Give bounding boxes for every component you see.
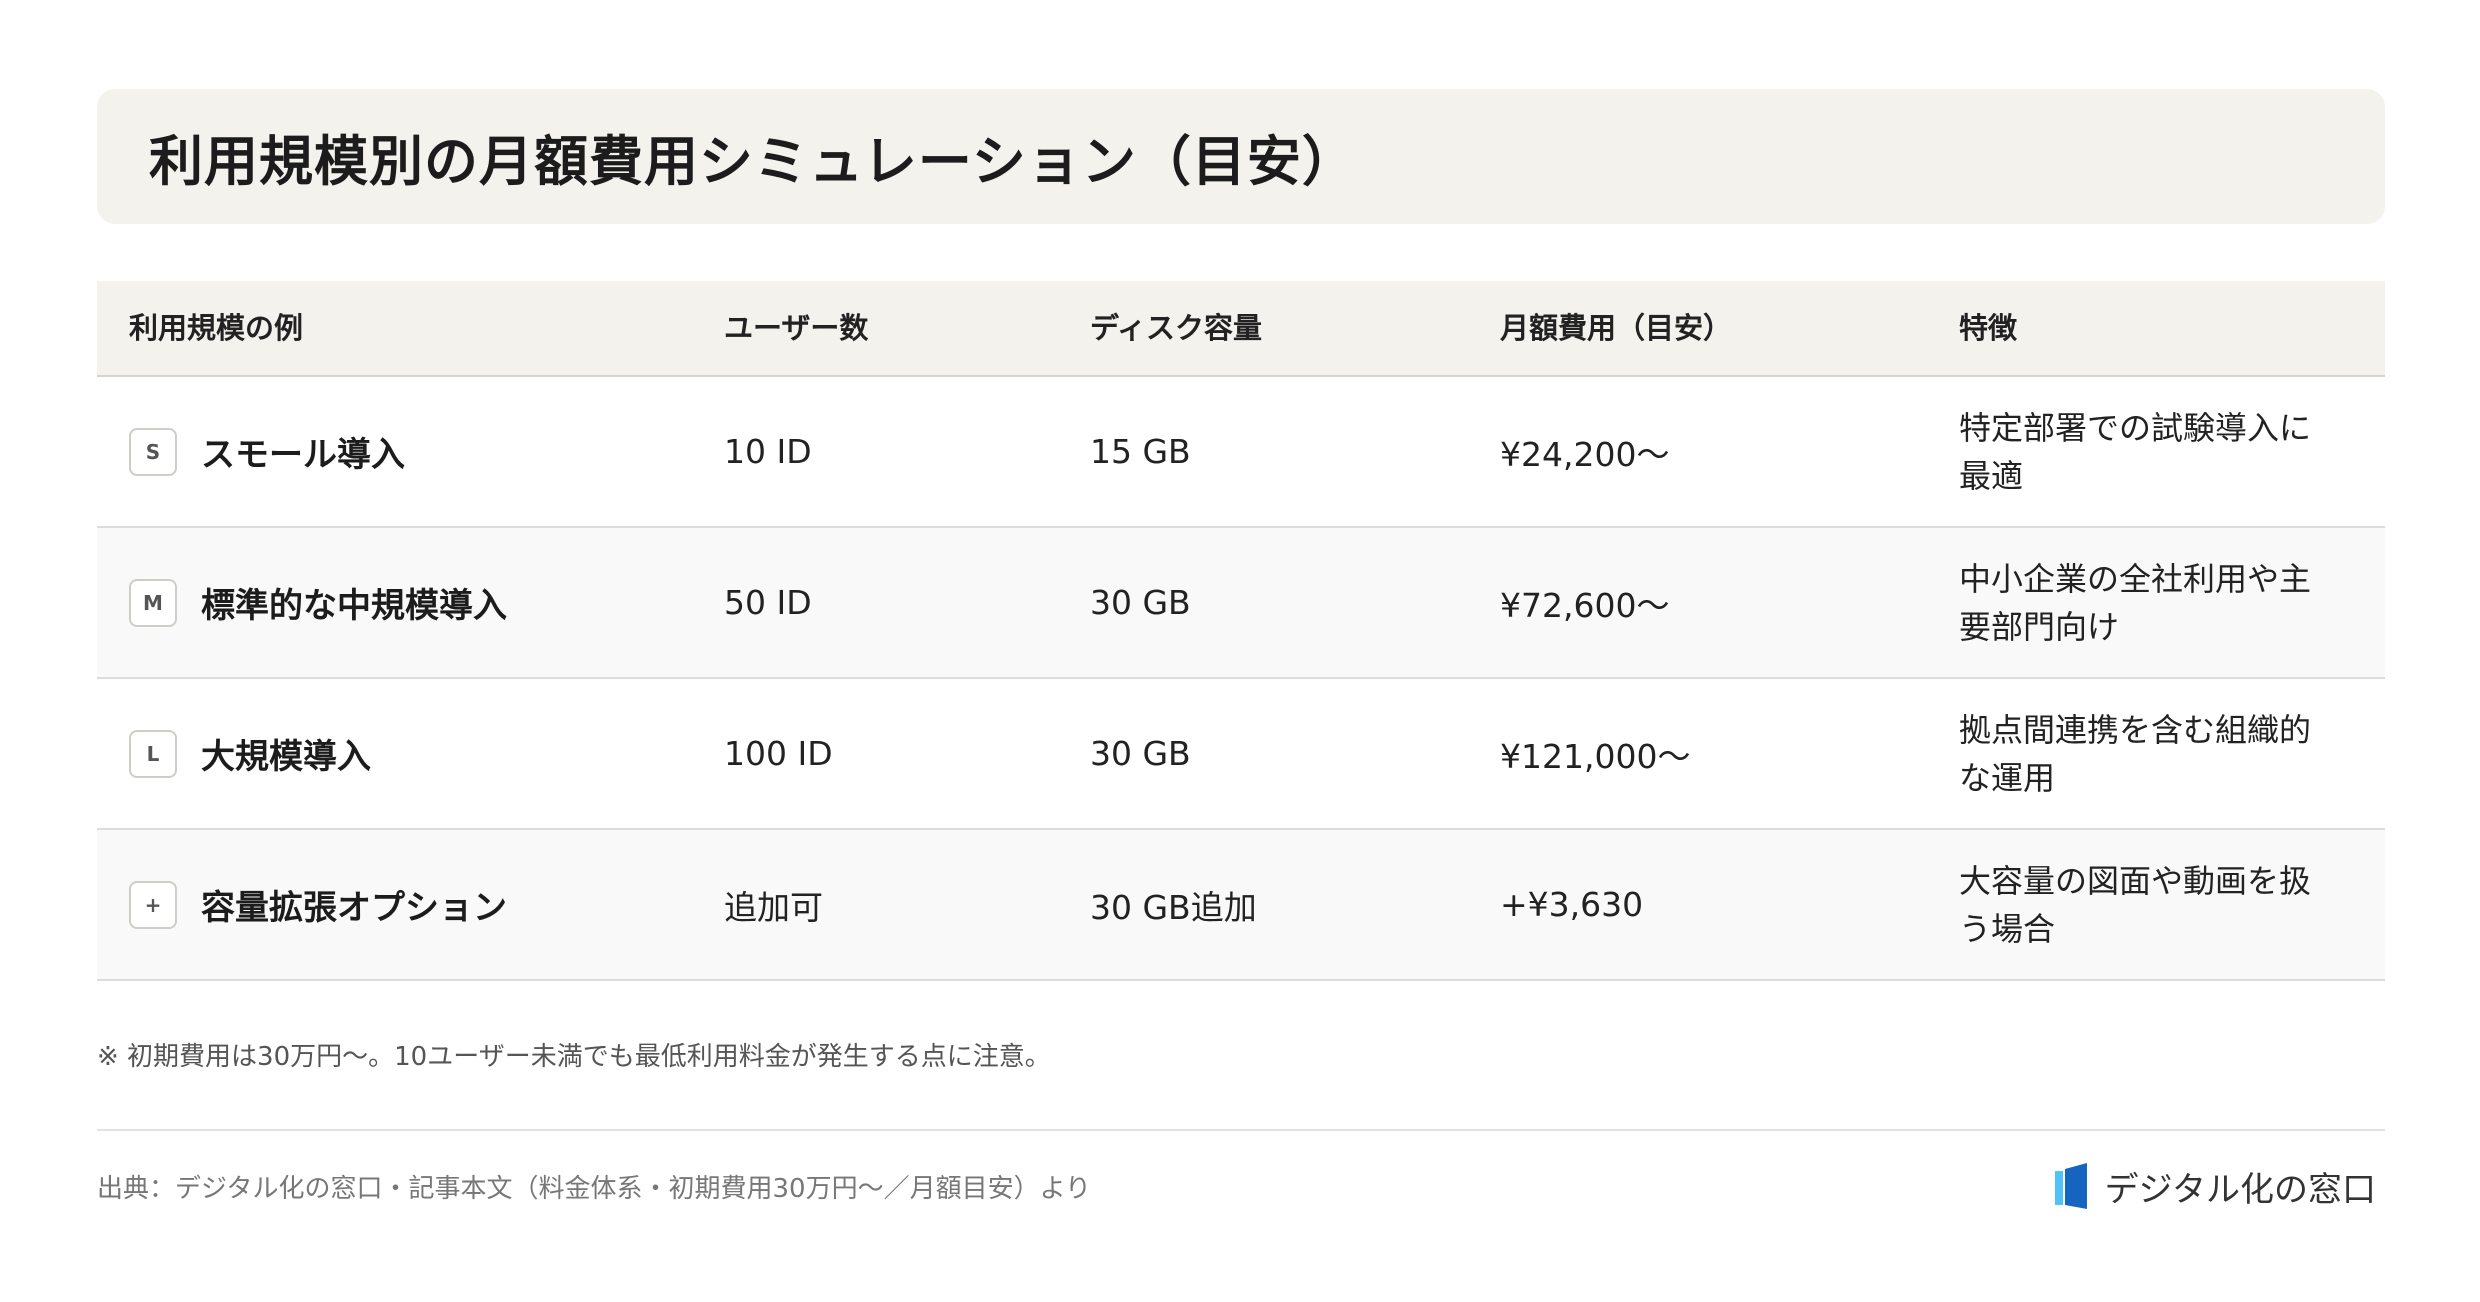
header-scale: 利用規模の例 xyxy=(129,311,304,345)
scale-name: 大規模導入 xyxy=(201,737,371,777)
header-monthly: 月額費用（目安） xyxy=(1500,311,1733,345)
scale-cell: S スモール導入 xyxy=(129,377,405,526)
table-row: S スモール導入 10 ID 15 GB ¥24,200〜 特定部署での試験導入… xyxy=(97,377,2385,528)
feature-cell: 大容量の図面や動画を扱う場合 xyxy=(1959,830,2339,979)
scale-name: 標準的な中規模導入 xyxy=(201,586,507,626)
scale-cell: L 大規模導入 xyxy=(129,679,371,828)
disk-cell: 30 GB追加 xyxy=(1090,887,1257,927)
source-credit: 出典：デジタル化の窓口・記事本文（料金体系・初期費用30万円〜／月額目安）より xyxy=(97,1174,1092,1204)
monthly-cell: ¥121,000〜 xyxy=(1500,736,1691,776)
disk-cell: 30 GB xyxy=(1090,734,1191,773)
divider xyxy=(97,1129,2385,1131)
pricing-table: 利用規模の例 ユーザー数 ディスク容量 月額費用（目安） 特徴 S スモール導入… xyxy=(97,281,2385,981)
monthly-cell: +¥3,630 xyxy=(1500,885,1644,924)
scale-badge: + xyxy=(129,880,177,929)
feature-text: 大容量の図面や動画を扱う場合 xyxy=(1959,861,2312,948)
monthly-cell: ¥24,200〜 xyxy=(1500,434,1670,474)
feature-text: 中小企業の全社利用や主要部門向け xyxy=(1959,559,2312,646)
header-disk: ディスク容量 xyxy=(1090,311,1262,345)
logo-text: デジタル化の窓口 xyxy=(2104,1169,2376,1210)
scale-cell: M 標準的な中規模導入 xyxy=(129,528,507,677)
scale-name: 容量拡張オプション xyxy=(201,888,507,928)
users-cell: 10 ID xyxy=(724,432,812,471)
feature-cell: 拠点間連携を含む組織的な運用 xyxy=(1959,679,2339,828)
scale-cell: + 容量拡張オプション xyxy=(129,830,507,979)
table-row: L 大規模導入 100 ID 30 GB ¥121,000〜 拠点間連携を含む組… xyxy=(97,679,2385,830)
feature-text: 特定部署での試験導入に最適 xyxy=(1959,408,2312,495)
footnote: ※ 初期費用は30万円〜。10ユーザー未満でも最低利用料金が発生する点に注意。 xyxy=(97,1042,1051,1072)
disk-cell: 15 GB xyxy=(1090,432,1191,471)
table-header: 利用規模の例 ユーザー数 ディスク容量 月額費用（目安） 特徴 xyxy=(97,281,2385,377)
feature-text: 拠点間連携を含む組織的な運用 xyxy=(1959,710,2312,797)
users-cell: 追加可 xyxy=(724,887,823,927)
feature-cell: 中小企業の全社利用や主要部門向け xyxy=(1959,528,2339,677)
users-cell: 50 ID xyxy=(724,583,812,622)
header-users: ユーザー数 xyxy=(724,311,869,345)
scale-badge: S xyxy=(129,427,177,476)
table-row: + 容量拡張オプション 追加可 30 GB追加 +¥3,630 大容量の図面や動… xyxy=(97,830,2385,981)
scale-name: スモール導入 xyxy=(201,435,405,475)
scale-badge: L xyxy=(129,729,177,778)
disk-cell: 30 GB xyxy=(1090,583,1191,622)
title-box: 利用規模別の月額費用シミュレーション（目安） xyxy=(97,89,2385,224)
page-title: 利用規模別の月額費用シミュレーション（目安） xyxy=(149,130,1357,193)
users-cell: 100 ID xyxy=(724,734,833,773)
header-feature: 特徴 xyxy=(1959,311,2018,345)
window-logo-icon xyxy=(2054,1163,2087,1209)
feature-cell: 特定部署での試験導入に最適 xyxy=(1959,377,2339,526)
scale-badge: M xyxy=(129,578,177,627)
brand-logo: デジタル化の窓口 xyxy=(2053,1160,2376,1212)
table-row: M 標準的な中規模導入 50 ID 30 GB ¥72,600〜 中小企業の全社… xyxy=(97,528,2385,679)
monthly-cell: ¥72,600〜 xyxy=(1500,585,1670,625)
